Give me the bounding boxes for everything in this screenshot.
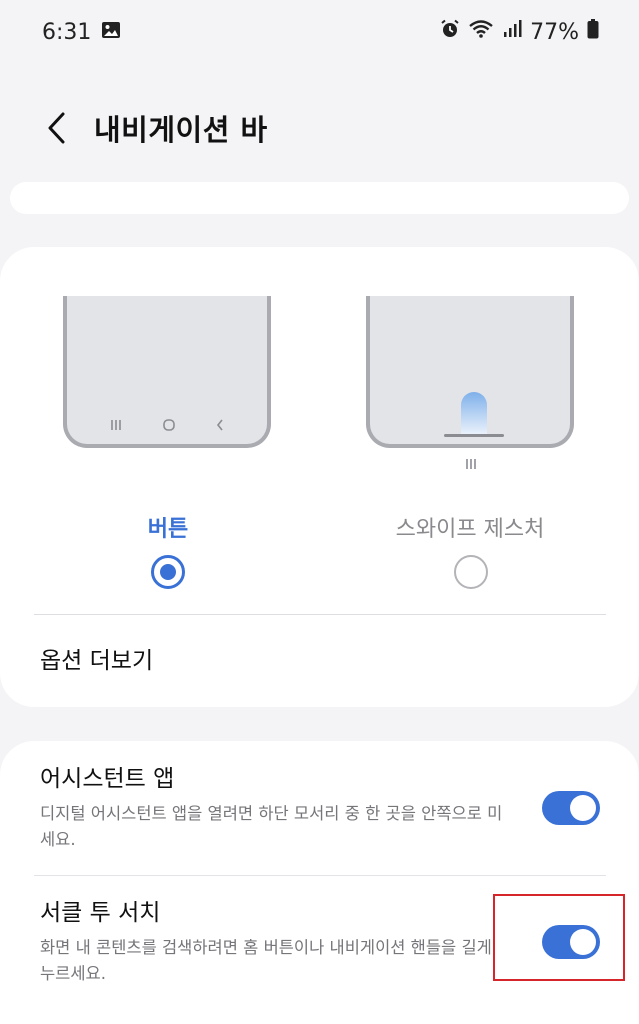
wifi-icon (468, 19, 494, 45)
settings-card: 어시스턴트 앱 디지털 어시스턴트 앱을 열려면 하단 모서리 중 한 곳을 안… (0, 741, 639, 1024)
back-icon (217, 419, 223, 431)
swipe-gesture-preview[interactable] (366, 296, 574, 469)
buttons-preview[interactable] (63, 296, 271, 448)
nav-buttons-row (67, 418, 267, 432)
gallery-icon (101, 20, 121, 45)
swipe-up-indicator (461, 392, 487, 434)
status-left: 6:31 (42, 20, 121, 45)
recents-icon (110, 420, 121, 430)
circle-to-search-row[interactable]: 서클 투 서치 화면 내 콘텐츠를 검색하려면 홈 버튼이나 내비게이션 핸들을… (0, 895, 639, 1007)
back-arrow-icon (48, 112, 65, 144)
battery-icon (587, 19, 599, 45)
signal-icon (502, 19, 522, 45)
status-right: 77% (440, 19, 599, 45)
battery-percent: 77% (530, 19, 579, 45)
row-divider (34, 875, 606, 876)
assistant-app-description: 디지털 어시스턴트 앱을 열려면 하단 모서리 중 한 곳을 안쪽으로 미세요. (40, 804, 503, 849)
status-time: 6:31 (42, 19, 92, 45)
alarm-icon (440, 19, 460, 45)
status-bar: 6:31 77% (0, 0, 639, 64)
page-title: 내비게이션 바 (94, 113, 268, 147)
phone-mockup-buttons (63, 296, 271, 448)
radio-swipe-gestures[interactable] (454, 555, 488, 589)
circle-to-search-title: 서클 투 서치 (40, 900, 161, 926)
radio-buttons[interactable] (151, 555, 185, 589)
home-icon (163, 419, 175, 431)
circle-to-search-description: 화면 내 콘텐츠를 검색하려면 홈 버튼이나 내비게이션 핸들을 길게 누르세요… (40, 938, 492, 983)
toggle-knob (570, 795, 596, 821)
toggle-knob (570, 929, 596, 955)
more-options-label: 옵션 더보기 (40, 648, 154, 674)
option-label-buttons[interactable]: 버튼 (18, 511, 318, 543)
scrolled-card-edge (10, 182, 629, 214)
assistant-app-row[interactable]: 어시스턴트 앱 디지털 어시스턴트 앱을 열려면 하단 모서리 중 한 곳을 안… (0, 761, 639, 873)
header: 내비게이션 바 (0, 96, 639, 160)
navigation-type-card: 버튼 스와이프 제스처 옵션 더보기 (0, 247, 639, 707)
phone-mockup-gesture (366, 296, 574, 448)
back-button[interactable] (26, 98, 86, 158)
assistant-app-toggle[interactable] (542, 791, 600, 825)
circle-to-search-toggle[interactable] (542, 925, 600, 959)
gesture-hint-icon (466, 459, 476, 469)
assistant-app-title: 어시스턴트 앱 (40, 766, 175, 792)
option-label-swipe-gestures[interactable]: 스와이프 제스처 (320, 511, 620, 543)
gesture-handle (444, 434, 504, 437)
more-options-item[interactable]: 옵션 더보기 (0, 615, 639, 701)
